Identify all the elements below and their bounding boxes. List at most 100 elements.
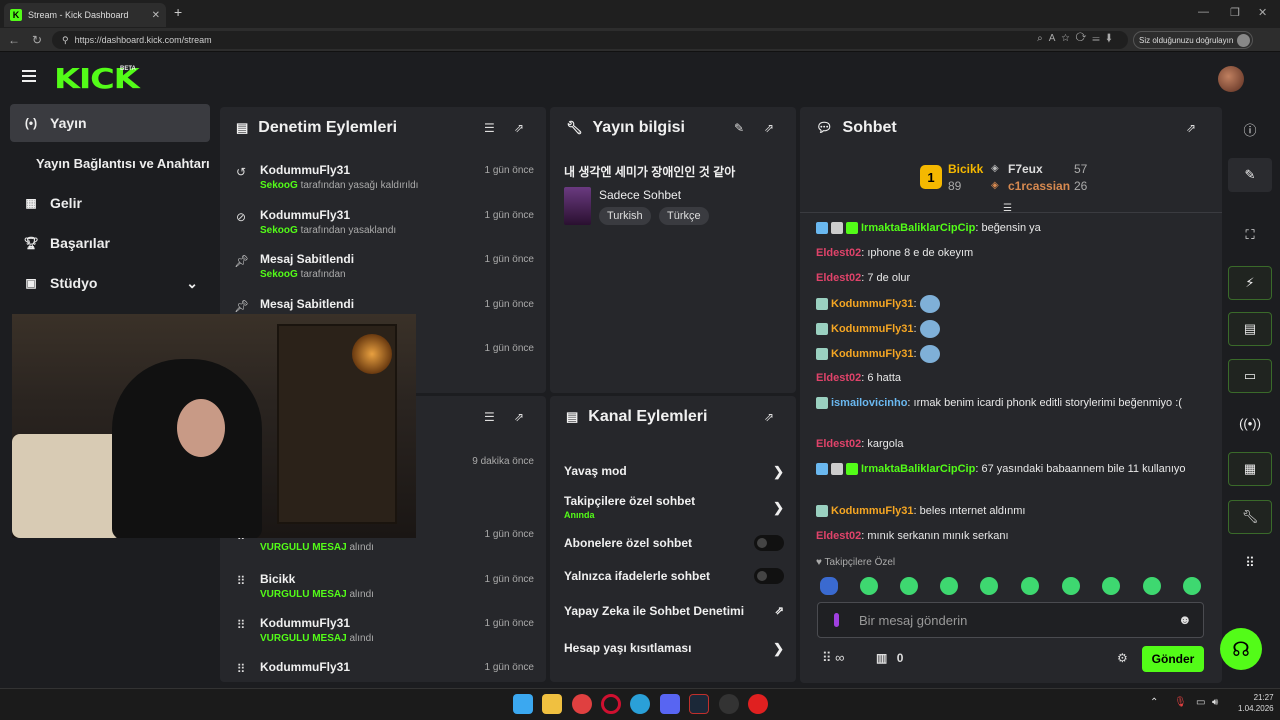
media-icon[interactable]: [748, 694, 768, 714]
browser-toolbar-icons[interactable]: ⌕A☆⟳☰⬇: [1037, 33, 1118, 44]
tray-chevron-icon[interactable]: ⌃: [1150, 697, 1158, 708]
screenshot-icon[interactable]: ⛶: [1228, 218, 1272, 252]
emote-icon[interactable]: [820, 577, 838, 595]
emote-icon[interactable]: [1062, 577, 1080, 595]
support-chat-button[interactable]: ☊: [1220, 628, 1262, 670]
leaderboard-name[interactable]: F7eux: [1008, 162, 1043, 176]
filter-icon[interactable]: ☰: [484, 121, 495, 135]
emote-icon[interactable]: [860, 577, 878, 595]
verify-profile-button[interactable]: Siz olduğunuzu doğrulayın: [1133, 31, 1253, 49]
emote-icon[interactable]: [900, 577, 918, 595]
chat-username[interactable]: KodummuFly31: [831, 298, 914, 310]
close-window-icon[interactable]: ✕: [1258, 6, 1267, 19]
action-text: alındı: [349, 542, 374, 553]
points-indicator[interactable]: ⠿ ∞: [822, 650, 844, 666]
leaderboard-name[interactable]: Bicikk: [948, 162, 983, 176]
chat-message: KodummuFly31: beles ınternet aldınmı: [816, 503, 1212, 519]
microphone-icon[interactable]: 🎙︎: [1174, 697, 1187, 708]
volume-icon[interactable]: 🔊︎: [1212, 697, 1218, 708]
reload-icon[interactable]: ↻: [32, 33, 42, 47]
edit-icon[interactable]: ✎: [734, 121, 744, 135]
tag-chip[interactable]: Türkçe: [659, 207, 709, 225]
popout-icon[interactable]: ⇗: [514, 410, 524, 424]
back-icon[interactable]: ←: [8, 33, 20, 47]
chat-username[interactable]: IrmaktaBaliklarCipCip: [861, 222, 975, 234]
chat-username[interactable]: KodummuFly31: [831, 323, 914, 335]
wrench-rail-icon[interactable]: 🔧︎: [1228, 500, 1272, 534]
sidebar-item-studyo[interactable]: ▣ Stüdyo ⌄: [10, 264, 210, 302]
sidebar-item-stream-key[interactable]: Yayın Bağlantısı ve Anahtarı: [10, 144, 220, 182]
steam-icon[interactable]: [689, 694, 709, 714]
emoji-icon[interactable]: ☻: [1178, 612, 1192, 627]
popout-icon[interactable]: ⇗: [764, 410, 774, 424]
kick-favicon-icon: K: [10, 9, 22, 21]
url-field[interactable]: ⚲ https://dashboard.kick.com/stream ⌕A☆⟳…: [52, 31, 1128, 49]
popout-icon[interactable]: ⇗: [514, 121, 524, 135]
sidebar-item-gelir[interactable]: ▦ Gelir: [10, 184, 210, 222]
followers-only-row[interactable]: Takipçilere özel sohbet Anında ❯: [564, 494, 784, 520]
emote-icon[interactable]: [1183, 577, 1201, 595]
chat-username[interactable]: Eldest02: [816, 272, 861, 284]
category-name[interactable]: Sadece Sohbet: [599, 188, 681, 202]
emote-only-toggle[interactable]: [754, 568, 784, 584]
notes-icon[interactable]: ▤: [1228, 312, 1272, 346]
slow-mode-row[interactable]: Yavaş mod ❯: [564, 464, 784, 479]
chat-username[interactable]: KodummuFly31: [831, 348, 914, 360]
file-explorer-icon[interactable]: [542, 694, 562, 714]
restore-icon[interactable]: ❐: [1230, 6, 1240, 19]
minimize-icon[interactable]: —: [1198, 6, 1209, 18]
chat-username[interactable]: Eldest02: [816, 530, 861, 542]
user-avatar[interactable]: [1218, 66, 1244, 92]
close-tab-icon[interactable]: ✕: [152, 10, 160, 21]
taskbar-clock[interactable]: 21:27 1.04.2026: [1238, 692, 1274, 714]
chat-username[interactable]: IrmaktaBaliklarCipCip: [861, 463, 975, 475]
network-icon[interactable]: ▭: [1196, 697, 1205, 708]
menu-icon[interactable]: [22, 70, 36, 82]
popout-icon[interactable]: ⇗: [764, 121, 774, 135]
subscribers-only-toggle[interactable]: [754, 535, 784, 551]
edge-icon[interactable]: [630, 694, 650, 714]
apps-icon[interactable]: ⠿: [1228, 546, 1272, 580]
filter-icon[interactable]: ☰: [484, 410, 495, 424]
leaderboard-name[interactable]: c1rcassian: [1008, 179, 1070, 193]
new-tab-icon[interactable]: +: [174, 4, 182, 20]
info-icon[interactable]: ⓘ: [1228, 112, 1272, 146]
webcam-preview[interactable]: [12, 314, 416, 538]
sidebar-item-basarilar[interactable]: 🏆︎ Başarılar: [10, 224, 210, 262]
popout-icon[interactable]: ⇗: [1186, 121, 1196, 135]
chat-username[interactable]: ismailovicinho: [831, 397, 907, 409]
chat-username[interactable]: Eldest02: [816, 372, 861, 384]
tag-chip[interactable]: Turkish: [599, 207, 651, 225]
lightning-icon[interactable]: ⚡︎: [1228, 266, 1272, 300]
channel-actions-panel: ▤ Kanal Eylemleri ⇗ Yavaş mod ❯ Takipçil…: [550, 396, 796, 682]
emote-icon[interactable]: [1143, 577, 1161, 595]
windows-start-icon[interactable]: [513, 694, 533, 714]
emote-icon[interactable]: [1102, 577, 1120, 595]
chat-header: 💬︎ Sohbet: [816, 119, 897, 137]
chrome-icon[interactable]: [572, 694, 592, 714]
chat-input[interactable]: Bir mesaj gönderin ☻: [817, 602, 1204, 638]
emote-icon[interactable]: [1021, 577, 1039, 595]
chat-icon[interactable]: ▭: [1228, 359, 1272, 393]
layout-icon[interactable]: ▦: [1228, 452, 1272, 486]
account-age-row[interactable]: Hesap yaşı kısıtlaması ❯: [564, 641, 784, 656]
action-user[interactable]: SekooG: [260, 269, 298, 280]
chat-settings-icon[interactable]: ⚙: [1117, 651, 1128, 665]
gift-indicator[interactable]: ▥ 0: [876, 651, 903, 665]
edit-icon[interactable]: ✎: [1228, 158, 1272, 192]
ai-moderation-row[interactable]: Yapay Zeka ile Sohbet Denetimi ⇗: [564, 604, 784, 618]
emote-icon[interactable]: [980, 577, 998, 595]
chat-username[interactable]: KodummuFly31: [831, 505, 914, 517]
chat-username[interactable]: Eldest02: [816, 438, 861, 450]
send-button[interactable]: Gönder: [1142, 646, 1204, 672]
emote-icon[interactable]: [940, 577, 958, 595]
action-user[interactable]: SekooG: [260, 180, 298, 191]
opera-icon[interactable]: [601, 694, 621, 714]
action-user[interactable]: SekooG: [260, 225, 298, 236]
sidebar-item-yayin[interactable]: (•) Yayın: [10, 104, 210, 142]
broadcast-rail-icon[interactable]: ((•)): [1228, 406, 1272, 440]
discord-icon[interactable]: [660, 694, 680, 714]
obs-icon[interactable]: [719, 694, 739, 714]
browser-tab[interactable]: K Stream - Kick Dashboard ✕: [4, 3, 166, 27]
chat-username[interactable]: Eldest02: [816, 247, 861, 259]
